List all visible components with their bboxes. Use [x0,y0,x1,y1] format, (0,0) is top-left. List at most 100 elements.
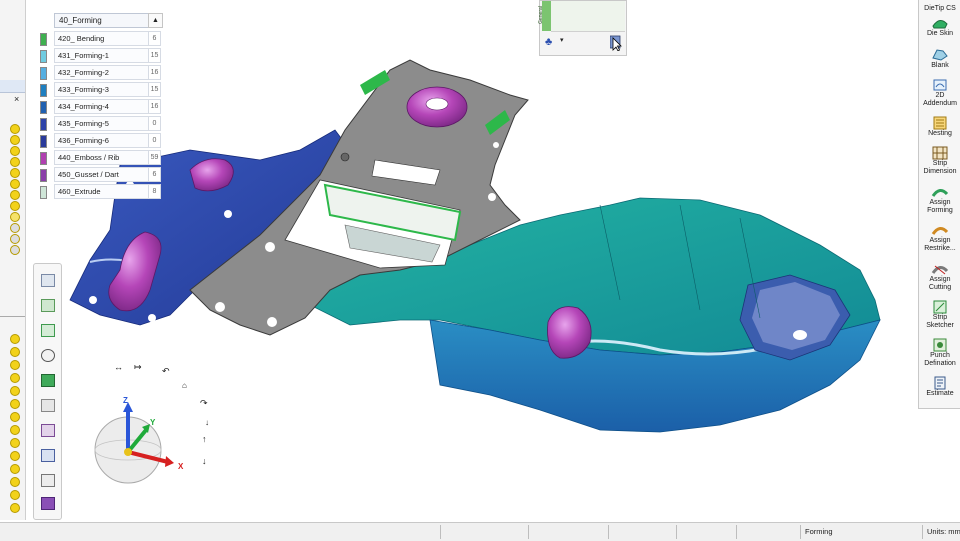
layer-name-field[interactable]: 434_Forming-4 [54,99,150,114]
visibility-bulb-icon[interactable] [10,146,20,156]
visibility-bulb-icon[interactable] [10,386,20,396]
layer-name-field[interactable]: 436_Forming-6 [54,133,150,148]
visibility-bulb-icon[interactable] [10,347,20,357]
layer-row[interactable]: 433_Forming-3 15 [34,82,170,97]
punch-definition-button[interactable]: Punch Defination [919,338,960,368]
pan-left-icon[interactable]: ↔ [114,362,123,372]
layer-name-field[interactable]: 420_ Bending [54,31,150,46]
layers-icon[interactable] [41,374,55,387]
rotate-down-icon[interactable]: ↷ [200,398,208,409]
visibility-bulb-icon[interactable] [10,399,20,409]
visibility-bulb-icon[interactable] [10,245,20,255]
plate-hole [488,193,496,201]
visibility-bulb-icon[interactable] [10,168,20,178]
rotate-view-icon[interactable] [41,349,55,362]
render-icon[interactable] [41,497,55,510]
collapse-icon[interactable]: ▲ [148,13,163,28]
visibility-bulb-icon[interactable] [10,451,20,461]
move-up-icon[interactable]: ↑ [202,434,207,444]
layer-row[interactable]: 460_Extrude 8 [34,184,170,199]
layer-row[interactable]: 434_Forming-4 16 [34,99,170,114]
assign-cutting-button[interactable]: Assign Cutting [919,262,960,292]
move-icon[interactable] [41,299,55,312]
pan-right-icon[interactable]: ↦ [134,362,142,373]
layer-row[interactable]: 435_Forming-5 0 [34,116,170,131]
visibility-bulb-icon[interactable] [10,234,20,244]
flange-hole [224,210,232,218]
visibility-bulb-icon[interactable] [10,190,20,200]
status-cell [608,525,677,539]
blank-button[interactable]: Blank [919,48,960,70]
assign-forming-button[interactable]: Assign Forming [919,185,960,215]
section-icon[interactable] [41,424,55,437]
layer-name-field[interactable]: 431_Forming-1 [54,48,150,63]
blank-icon [932,49,948,61]
layer-color-swatch [40,84,47,97]
layer-row[interactable]: 420_ Bending 6 [34,31,170,46]
nesting-button[interactable]: Nesting [919,116,960,138]
assign-restrike-button[interactable]: Assign Restrike... [919,223,960,253]
layer-color-swatch [40,67,47,80]
status-mode: Forming [800,525,915,539]
layer-color-swatch [40,169,47,182]
layer-color-swatch [40,101,47,114]
addendum-button[interactable]: 2D Addendum [919,78,960,108]
visibility-bulb-icon[interactable] [10,135,20,145]
close-icon[interactable]: × [14,94,19,104]
addendum-icon [933,79,947,91]
estimate-icon [934,376,946,390]
layer-row[interactable]: 450_Gusset / Dart 6 [34,167,170,182]
model-viewport[interactable] [60,40,920,480]
estimate-button[interactable]: Estimate [919,376,960,398]
visibility-bulb-icon[interactable] [10,360,20,370]
visibility-bulb-icon[interactable] [10,477,20,487]
visibility-bulb-icon[interactable] [10,223,20,233]
layer-name-field[interactable]: 440_Emboss / Rib [54,150,150,165]
layer-name-field[interactable]: 432_Forming-2 [54,65,150,80]
visibility-bulb-icon[interactable] [10,438,20,448]
visibility-bulb-icon[interactable] [10,490,20,500]
visibility-bulb-icon[interactable] [10,464,20,474]
visibility-bulb-icon[interactable] [10,412,20,422]
layer-name-field[interactable]: 450_Gusset / Dart [54,167,150,182]
tilt-icon[interactable]: ↓ [205,418,209,427]
rotate-icon[interactable]: ↶ [162,366,170,377]
home-view-icon[interactable]: ⌂ [182,381,187,390]
panel-header-bar [0,80,25,93]
layer-name-field[interactable]: 435_Forming-5 [54,116,150,131]
assign-forming-icon [931,189,949,197]
visibility-bulb-icon[interactable] [10,373,20,383]
layer-count: 15 [148,82,161,97]
visibility-bulb-icon[interactable] [10,212,20,222]
layer-count: 15 [148,48,161,63]
sketch-view-icon[interactable] [41,274,55,287]
layer-row[interactable]: 440_Emboss / Rib 59 [34,150,170,165]
visibility-bulb-icon[interactable] [10,201,20,211]
layer-name-field[interactable]: 460_Extrude [54,184,150,199]
visibility-bulb-icon[interactable] [10,425,20,435]
visibility-bulb-icon[interactable] [10,157,20,167]
pan-icon[interactable] [41,449,55,462]
select-icon[interactable] [41,324,55,337]
layer-row[interactable]: 432_Forming-2 16 [34,65,170,80]
view-toolbar [33,263,62,520]
popup-tab[interactable]: General [538,1,551,31]
camera-icon[interactable] [41,399,55,412]
display-mode-icon[interactable]: ♣ [545,36,559,48]
visibility-bulb-icon[interactable] [10,179,20,189]
layer-row[interactable]: 431_Forming-1 15 [34,48,170,63]
visibility-bulb-icon[interactable] [10,503,20,513]
die-skin-button[interactable]: Die Skin [919,16,960,38]
layer-panel-header[interactable]: 40_Forming [54,13,150,28]
measure-icon[interactable] [41,474,55,487]
plate-hole [267,317,277,327]
strip-dimension-button[interactable]: Strip Dimension [919,146,960,176]
strip-sketcher-button[interactable]: Strip Sketcher [919,300,960,330]
visibility-bulb-icon[interactable] [10,334,20,344]
layer-name-field[interactable]: 433_Forming-3 [54,82,150,97]
layer-row[interactable]: 436_Forming-6 0 [34,133,170,148]
visibility-bulb-icon[interactable] [10,124,20,134]
chevron-down-icon[interactable]: ▾ [560,36,564,44]
axis-triad[interactable] [88,400,188,490]
move-down-icon[interactable]: ↓ [202,456,207,466]
